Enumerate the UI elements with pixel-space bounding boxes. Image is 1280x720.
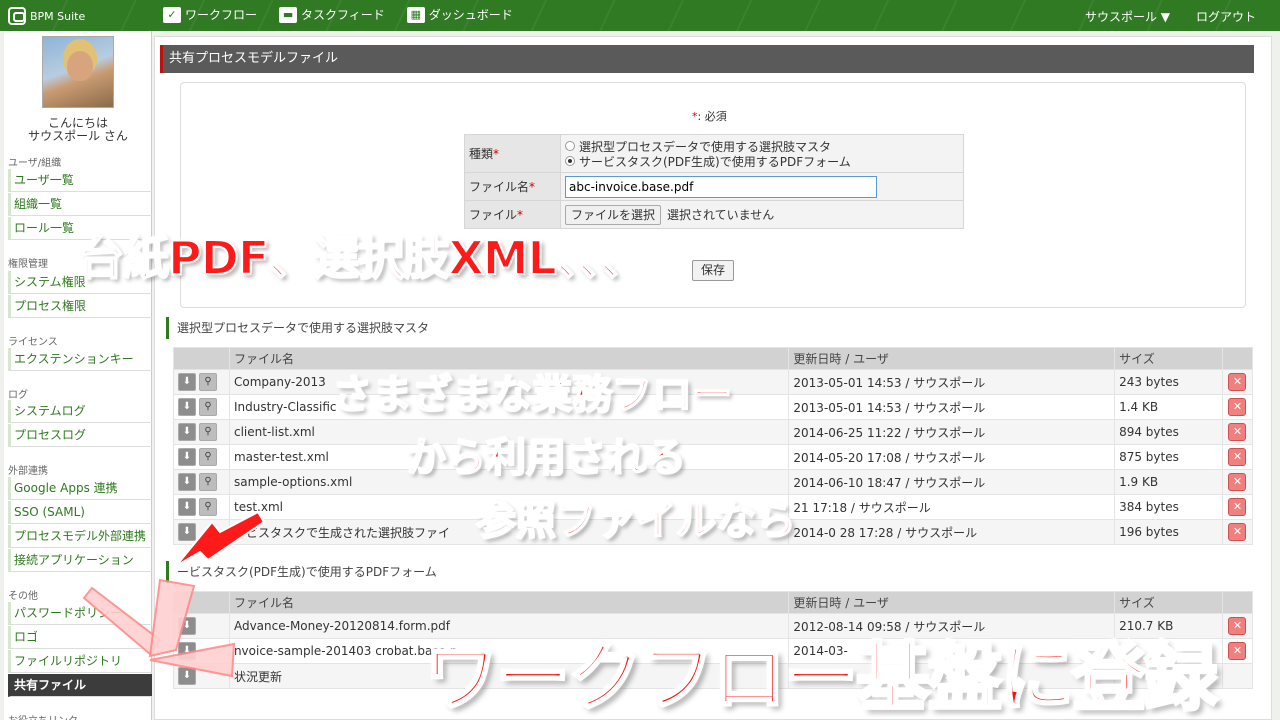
overlay-caption-templates: 台紙PDF、選択肢XML、、、 — [77, 230, 647, 286]
callout-wedge-icon — [82, 586, 162, 656]
callout-wedge-icon — [148, 578, 196, 658]
arrow-pointer-icon — [175, 510, 266, 567]
overlay-caption-line2: から利用される — [405, 434, 687, 482]
overlay-caption-line1: さまざまな業務フロー — [331, 371, 733, 419]
overlay-caption-main: ワークフロー基盤に登録 — [423, 634, 1220, 720]
annotation-arrows — [82, 510, 266, 678]
overlay-caption-line3: 参照ファイルなら — [475, 497, 797, 545]
